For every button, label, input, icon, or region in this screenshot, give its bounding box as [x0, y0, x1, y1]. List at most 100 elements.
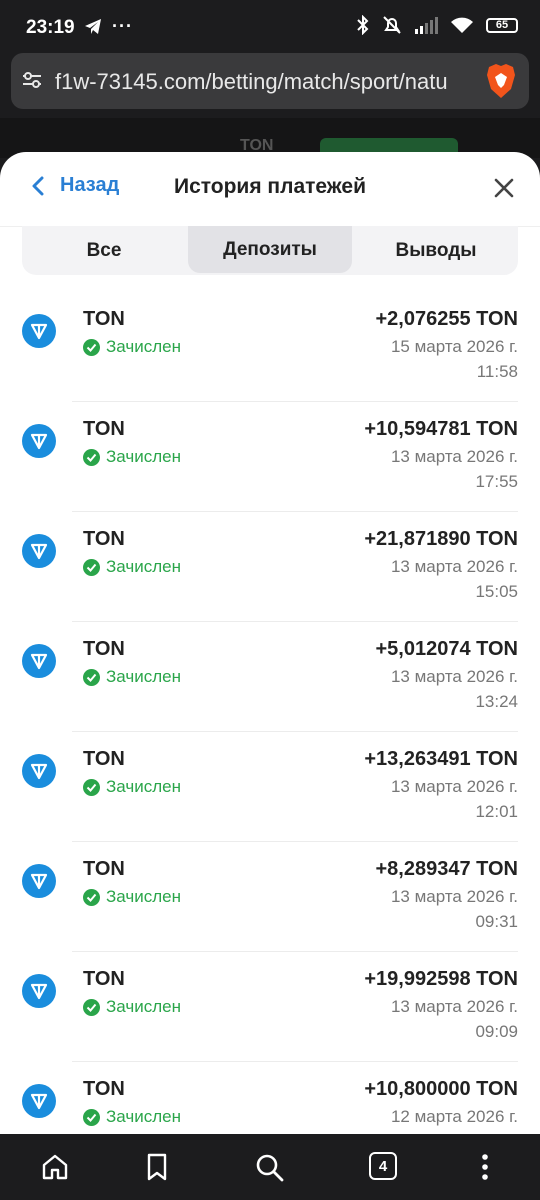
tab-all[interactable]: Все: [22, 226, 186, 275]
transaction-time: 15:05: [475, 582, 518, 601]
tab-bar: Все Депозиты Выводы: [22, 226, 518, 275]
transaction-time: 12:01: [475, 802, 518, 821]
tab-withdrawals[interactable]: Выводы: [354, 226, 518, 275]
transaction-amount: +2,076255 TON: [375, 308, 518, 330]
check-circle-icon: [83, 448, 100, 466]
check-circle-icon: [83, 338, 100, 356]
transaction-row[interactable]: TON Зачислен +13,263491 TON 13 марта 202…: [0, 732, 540, 842]
transaction-status: Зачислен: [83, 777, 181, 797]
transaction-currency: TON: [83, 528, 125, 550]
check-circle-icon: [83, 888, 100, 906]
transaction-currency: TON: [83, 968, 125, 990]
transaction-row[interactable]: TON Зачислен +8,289347 TON 13 марта 2026…: [0, 842, 540, 952]
status-label: Зачислен: [106, 887, 181, 906]
transaction-currency: TON: [83, 748, 125, 770]
browser-toolbar: 4: [0, 1134, 540, 1200]
ton-coin-icon: [22, 644, 56, 678]
transaction-status: Зачислен: [83, 667, 181, 687]
transaction-date: 15 марта 2026 г.: [390, 337, 518, 356]
transaction-amount: +8,289347 TON: [375, 858, 518, 880]
check-circle-icon: [83, 558, 100, 576]
check-circle-icon: [83, 778, 100, 796]
transaction-currency: TON: [83, 308, 125, 330]
ton-coin-icon: [22, 314, 56, 348]
site-settings-icon[interactable]: [21, 69, 43, 91]
transaction-time: 13:24: [475, 692, 518, 711]
tab-count: 4: [378, 1157, 388, 1175]
status-time: 23:19: [26, 17, 75, 38]
mute-icon: [383, 16, 401, 34]
signal-icon: [415, 17, 438, 34]
tabs-button[interactable]: 4: [369, 1152, 397, 1180]
transaction-date: 13 марта 2026 г.: [390, 447, 518, 466]
more-notifications-icon: ···: [112, 16, 133, 36]
status-bar: 23:19 ··· 65: [0, 0, 540, 56]
close-icon[interactable]: [494, 178, 514, 198]
battery-level: 65: [495, 18, 509, 31]
ton-coin-icon: [22, 424, 56, 458]
transaction-time: 11:58: [476, 362, 518, 381]
ton-coin-icon: [22, 754, 56, 788]
wifi-icon: [451, 17, 473, 33]
transaction-list: TON Зачислен +2,076255 TON 15 марта 2026…: [0, 292, 540, 1134]
status-label: Зачислен: [106, 997, 181, 1016]
more-menu-icon[interactable]: [470, 1152, 500, 1182]
check-circle-icon: [83, 668, 100, 686]
ton-coin-icon: [22, 534, 56, 568]
transaction-currency: TON: [83, 858, 125, 880]
ton-coin-icon: [22, 974, 56, 1008]
transaction-amount: +13,263491 TON: [364, 748, 518, 770]
transaction-amount: +21,871890 TON: [364, 528, 518, 550]
transaction-row[interactable]: TON Зачислен +19,992598 TON 13 марта 202…: [0, 952, 540, 1062]
status-label: Зачислен: [106, 337, 181, 356]
check-circle-icon: [83, 998, 100, 1016]
transaction-currency: TON: [83, 638, 125, 660]
transaction-date: 13 марта 2026 г.: [390, 557, 518, 576]
status-label: Зачислен: [106, 1107, 181, 1126]
status-label: Зачислен: [106, 667, 181, 686]
transaction-row[interactable]: TON Зачислен +2,076255 TON 15 марта 2026…: [0, 292, 540, 402]
transaction-status: Зачислен: [83, 887, 181, 907]
transaction-amount: +19,992598 TON: [364, 968, 518, 990]
transaction-row[interactable]: TON Зачислен +21,871890 TON 13 марта 202…: [0, 512, 540, 622]
ton-coin-icon: [22, 864, 56, 898]
transaction-status: Зачислен: [83, 337, 181, 357]
sheet-title: История платежей: [173, 175, 367, 198]
transaction-amount: +5,012074 TON: [375, 638, 518, 660]
address-bar[interactable]: f1w-73145.com/betting/match/sport/natu: [11, 53, 529, 109]
transaction-status: Зачислен: [83, 557, 181, 577]
transaction-date: 13 марта 2026 г.: [390, 997, 518, 1016]
transaction-status: Зачислен: [83, 997, 181, 1017]
transaction-amount: +10,800000 TON: [364, 1078, 518, 1100]
transaction-row[interactable]: TON Зачислен +10,594781 TON 13 марта 202…: [0, 402, 540, 512]
transaction-time: 09:09: [475, 1022, 518, 1041]
transaction-date: 13 марта 2026 г.: [390, 667, 518, 686]
transaction-row[interactable]: TON Зачислен +10,800000 TON 12 марта 202…: [0, 1062, 540, 1134]
payment-history-sheet: Назад История платежей Все Депозиты Выво…: [0, 152, 540, 1134]
bookmark-icon[interactable]: [142, 1152, 172, 1182]
brave-shield-icon[interactable]: [485, 63, 517, 99]
status-label: Зачислен: [106, 557, 181, 576]
status-label: Зачислен: [106, 777, 181, 796]
status-label: Зачислен: [106, 447, 181, 466]
sheet-header: Назад История платежей: [0, 152, 540, 227]
ton-coin-icon: [22, 1084, 56, 1118]
transaction-currency: TON: [83, 418, 125, 440]
bluetooth-icon: [357, 15, 369, 35]
transaction-date: 12 марта 2026 г.: [390, 1107, 518, 1126]
transaction-amount: +10,594781 TON: [364, 418, 518, 440]
transaction-currency: TON: [83, 1078, 125, 1100]
url-text[interactable]: f1w-73145.com/betting/match/sport/natu: [55, 69, 467, 95]
tab-deposits[interactable]: Депозиты: [188, 226, 352, 273]
search-icon[interactable]: [254, 1152, 284, 1182]
transaction-date: 13 марта 2026 г.: [390, 887, 518, 906]
check-circle-icon: [83, 1108, 100, 1126]
transaction-date: 13 марта 2026 г.: [390, 777, 518, 796]
telegram-icon: [85, 18, 101, 34]
home-icon[interactable]: [40, 1152, 70, 1182]
transaction-status: Зачислен: [83, 1107, 181, 1127]
battery-icon: 65: [486, 17, 518, 33]
transaction-time: 17:55: [475, 472, 518, 491]
transaction-status: Зачислен: [83, 447, 181, 467]
transaction-row[interactable]: TON Зачислен +5,012074 TON 13 марта 2026…: [0, 622, 540, 732]
